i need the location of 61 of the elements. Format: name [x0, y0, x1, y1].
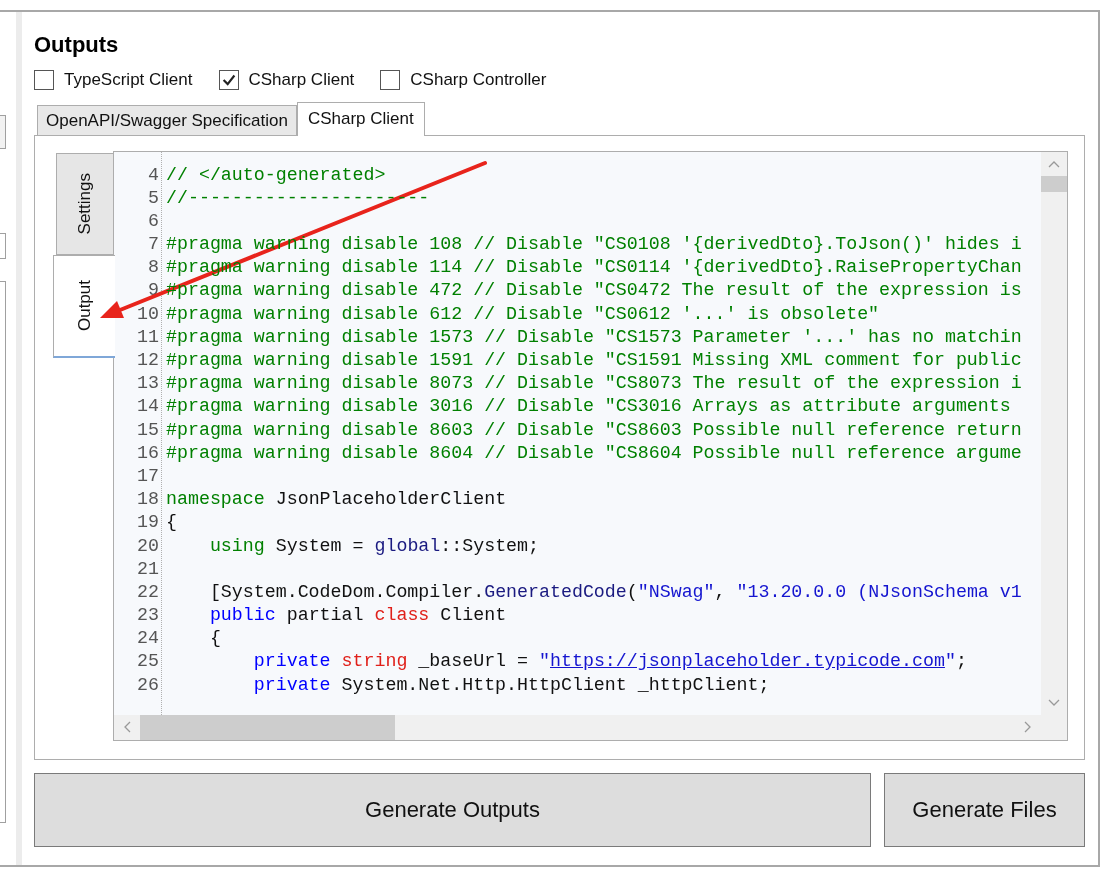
scroll-up-icon[interactable]	[1048, 159, 1060, 168]
line-number: 17	[136, 464, 160, 488]
side-tab[interactable]: Settings	[56, 152, 113, 255]
generate-button[interactable]: Generate Files	[884, 772, 1085, 847]
checkbox[interactable]	[380, 70, 401, 90]
line-number: 21	[136, 557, 160, 581]
section-title: Outputs	[34, 32, 120, 58]
line-number: 7	[147, 233, 160, 257]
code-line: private System.Net.Http.HttpClient _httpClient;	[252, 673, 771, 697]
scroll-down-icon[interactable]	[1048, 698, 1060, 707]
code-line: {	[208, 627, 222, 651]
line-number: 23	[136, 604, 160, 628]
code-url: https://jsonplaceholder.typicode.com	[550, 651, 945, 672]
line-number: 12	[136, 349, 160, 372]
line-number: 11	[136, 325, 160, 349]
line-number: 18	[136, 488, 160, 512]
tab[interactable]: CSharp Client	[296, 102, 425, 136]
code-line: #pragma warning disable 1591 // Disable "CS1591 Missing XML comment for public	[166, 349, 1023, 372]
code-line: #pragma warning disable 612 // Disable "CS0612 '...' is obsolete"	[166, 302, 881, 326]
line-number: 16	[136, 441, 160, 465]
line-number: 13	[136, 372, 160, 396]
vertical-scrollbar[interactable]	[1041, 151, 1067, 715]
scroll-left-icon[interactable]	[123, 721, 131, 733]
code-line: #pragma warning disable 8604 // Disable "CS8604 Possible null reference argume	[166, 441, 1023, 465]
line-number: 20	[136, 534, 160, 558]
line-number: 4	[147, 163, 160, 187]
code-line: using System = global::System;	[208, 534, 541, 558]
output-checkbox[interactable]: CSharp Client	[218, 70, 355, 90]
scroll-right-icon[interactable]	[1024, 721, 1032, 733]
code-line: #pragma warning disable 3016 // Disable "CS3016 Arrays as attribute arguments	[166, 395, 1012, 419]
line-number: 6	[147, 209, 160, 233]
code-line: private string _baseUrl = "https://jsonplaceholder.typicode.com";	[252, 650, 968, 674]
output-checkbox[interactable]: CSharp Controller	[380, 70, 547, 90]
line-number: 15	[136, 418, 160, 442]
checkbox[interactable]	[34, 70, 54, 90]
line-number: 8	[147, 256, 160, 280]
line-number: 25	[136, 650, 160, 674]
code-line: // </auto-generated>	[166, 163, 387, 187]
code-line: #pragma warning disable 8603 // Disable "CS8603 Possible null reference return	[166, 418, 1023, 442]
code-line: [System.CodeDom.Compiler.GeneratedCode("NSwag", "13.20.0.0 (NJsonSchema v1	[208, 580, 1023, 604]
line-number: 5	[147, 186, 160, 210]
line-number: 26	[136, 673, 160, 697]
code-line: #pragma warning disable 8073 // Disable "CS8073 The result of the expression i	[166, 372, 1023, 396]
scrollbar-thumb[interactable]	[140, 714, 395, 740]
scrollbar-thumb[interactable]	[1041, 175, 1067, 192]
code-line: public partial class Client	[208, 604, 508, 628]
line-number: 24	[136, 627, 160, 651]
code-line: #pragma warning disable 1573 // Disable "CS1573 Parameter '...' has no matchin	[166, 325, 1023, 349]
line-number: 19	[136, 511, 160, 535]
line-number: 9	[147, 279, 160, 303]
line-number: 22	[136, 580, 160, 604]
code-line: namespace JsonPlaceholderClient	[166, 488, 508, 512]
side-tab[interactable]: Output	[53, 254, 115, 358]
line-number: 10	[136, 302, 160, 326]
output-checkbox[interactable]: TypeScript Client	[34, 70, 193, 90]
code-line: #pragma warning disable 472 // Disable "CS0472 The result of the expression is	[166, 279, 1023, 303]
code-line: {	[166, 511, 178, 535]
line-number: 14	[136, 395, 160, 419]
generate-button[interactable]: Generate Outputs	[34, 772, 871, 847]
tab[interactable]: OpenAPI/Swagger Specification	[37, 104, 297, 135]
checkbox[interactable]	[218, 70, 239, 90]
